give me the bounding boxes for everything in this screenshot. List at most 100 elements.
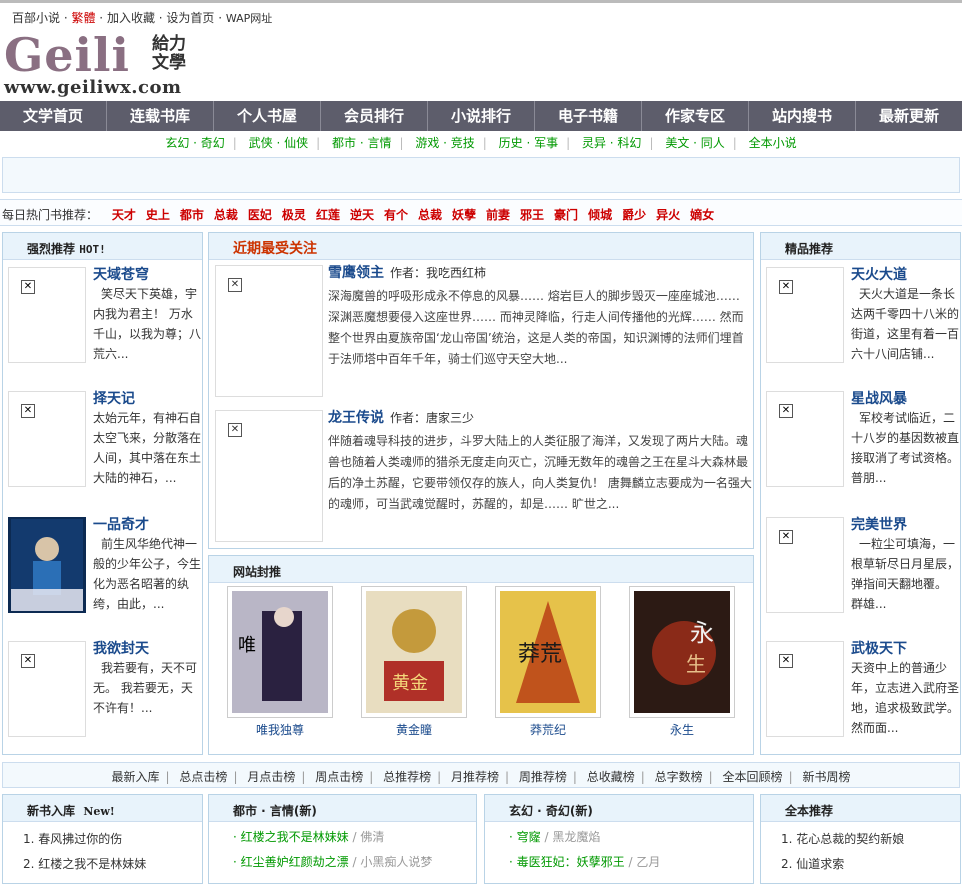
nav-item-latest[interactable]: 最新更新 bbox=[856, 101, 962, 131]
rank-link[interactable]: 最新入库 bbox=[112, 770, 160, 784]
site-logo[interactable]: Geili 給力文學 www.geiliwx.com bbox=[4, 32, 200, 99]
cover-title[interactable]: 唯我独尊 bbox=[227, 721, 333, 738]
feature-cover[interactable]: 莽荒 莽荒纪 bbox=[495, 586, 601, 738]
nav-item-serial[interactable]: 连载书库 bbox=[107, 101, 214, 131]
hot-word[interactable]: 邪王 bbox=[520, 208, 544, 222]
book-title[interactable]: 雪鹰领主 bbox=[328, 265, 384, 281]
category-link[interactable]: 游戏 · 竞技 bbox=[415, 136, 474, 150]
set-homepage-link[interactable]: 设为首页 bbox=[166, 11, 214, 25]
nav-item-ebooks[interactable]: 电子书籍 bbox=[535, 101, 642, 131]
traditional-link[interactable]: 繁體 bbox=[71, 11, 95, 25]
new-books-box: 新书入库 New! 1. 春风拂过你的伤 2. 红楼之我不是林妹妹 bbox=[2, 794, 203, 884]
book-author[interactable]: 我吃西红柿 bbox=[426, 266, 486, 280]
book-title[interactable]: 星战风暴 bbox=[851, 388, 907, 408]
hot-word[interactable]: 前妻 bbox=[486, 208, 510, 222]
book-author[interactable]: / 乙月 bbox=[628, 855, 660, 869]
book-author[interactable]: 唐家三少 bbox=[426, 411, 474, 425]
category-link[interactable]: 玄幻 · 奇幻 bbox=[165, 136, 224, 150]
book-cover-placeholder[interactable]: ✕ bbox=[215, 265, 323, 397]
rank-link[interactable]: 新书周榜 bbox=[802, 770, 850, 784]
rank-link[interactable]: 全本回顾榜 bbox=[723, 770, 783, 784]
category-link[interactable]: 都市 · 言情 bbox=[332, 136, 391, 150]
rank-link[interactable]: 周推荐榜 bbox=[519, 770, 567, 784]
book-title[interactable]: 我欲封天 bbox=[93, 638, 149, 658]
complete-book-link[interactable]: 2. 仙道求索 bbox=[781, 852, 904, 877]
book-cover-placeholder[interactable]: ✕ bbox=[215, 410, 323, 542]
book-cover-placeholder[interactable]: ✕ bbox=[766, 517, 844, 613]
hot-word[interactable]: 总裁 bbox=[214, 208, 238, 222]
feature-cover[interactable]: 黄金 黄金瞳 bbox=[361, 586, 467, 738]
complete-book-link[interactable]: 1. 花心总裁的契约新娘 bbox=[781, 827, 904, 852]
rank-link[interactable]: 周点击榜 bbox=[315, 770, 363, 784]
nav-item-authors[interactable]: 作家专区 bbox=[642, 101, 749, 131]
nav-item-member-rank[interactable]: 会员排行 bbox=[321, 101, 428, 131]
hot-word[interactable]: 极灵 bbox=[282, 208, 306, 222]
book-link[interactable]: 红楼之我不是林妹妹 bbox=[241, 830, 349, 844]
genre-book-row: · 穹窿 / 黑龙魔焰 bbox=[509, 830, 601, 844]
genre-book-row: · 毒医狂妃：妖孽邪王 / 乙月 bbox=[509, 855, 661, 869]
category-link[interactable]: 全本小说 bbox=[749, 136, 797, 150]
hot-word[interactable]: 爵少 bbox=[622, 208, 646, 222]
nav-item-novel-rank[interactable]: 小说排行 bbox=[428, 101, 535, 131]
book-cover-placeholder[interactable]: ✕ bbox=[766, 641, 844, 737]
cover-title[interactable]: 永生 bbox=[629, 721, 735, 738]
book-link[interactable]: 穹窿 bbox=[517, 830, 541, 844]
book-title[interactable]: 天火大道 bbox=[851, 264, 907, 284]
nav-item-search[interactable]: 站内搜书 bbox=[749, 101, 856, 131]
book-cover-placeholder[interactable]: ✕ bbox=[8, 641, 86, 737]
category-link[interactable]: 武侠 · 仙侠 bbox=[249, 136, 308, 150]
book-link[interactable]: 红尘善妒红颜劫之漂 bbox=[241, 855, 349, 869]
book-title[interactable]: 天域苍穹 bbox=[93, 264, 149, 284]
rank-link[interactable]: 月推荐榜 bbox=[451, 770, 499, 784]
rank-link[interactable]: 总收藏榜 bbox=[587, 770, 635, 784]
book-desc: 我若要有，天不可无。 我若要无，天不许有！... bbox=[93, 661, 198, 715]
book-author[interactable]: / 黑龙魔焰 bbox=[544, 830, 600, 844]
book-cover-placeholder[interactable]: ✕ bbox=[8, 267, 86, 363]
wap-link[interactable]: WAP网址 bbox=[226, 12, 272, 25]
hot-word[interactable]: 妖孽 bbox=[452, 208, 476, 222]
nav-item-home[interactable]: 文学首页 bbox=[0, 101, 107, 131]
hot-word[interactable]: 都市 bbox=[180, 208, 204, 222]
book-title[interactable]: 龙王传说 bbox=[328, 410, 384, 426]
hot-word[interactable]: 天才 bbox=[112, 208, 136, 222]
book-author[interactable]: / 小黑痴人说梦 bbox=[352, 855, 432, 869]
rank-link[interactable]: 月点击榜 bbox=[247, 770, 295, 784]
hot-word[interactable]: 红莲 bbox=[316, 208, 340, 222]
logo-url: www.geiliwx.com bbox=[4, 77, 182, 98]
book-author[interactable]: / 佛清 bbox=[352, 830, 384, 844]
book-cover-placeholder[interactable]: ✕ bbox=[766, 391, 844, 487]
new-book-link[interactable]: 2. 红楼之我不是林妹妹 bbox=[23, 852, 146, 877]
book-cover-placeholder[interactable]: ✕ bbox=[8, 391, 86, 487]
book-title[interactable]: 完美世界 bbox=[851, 514, 907, 534]
hot-word[interactable]: 逆天 bbox=[350, 208, 374, 222]
nav-item-personal[interactable]: 个人书屋 bbox=[214, 101, 321, 131]
hot-word[interactable]: 总裁 bbox=[418, 208, 442, 222]
rank-link[interactable]: 总点击榜 bbox=[179, 770, 227, 784]
hot-word[interactable]: 豪门 bbox=[554, 208, 578, 222]
cover-title[interactable]: 莽荒纪 bbox=[495, 721, 601, 738]
rank-link[interactable]: 总推荐榜 bbox=[383, 770, 431, 784]
hot-word[interactable]: 倾城 bbox=[588, 208, 612, 222]
add-favorite-link[interactable]: 加入收藏 bbox=[107, 11, 155, 25]
new-book-link[interactable]: 1. 春风拂过你的伤 bbox=[23, 827, 146, 852]
book-title[interactable]: 武极天下 bbox=[851, 638, 907, 658]
hot-word[interactable]: 异火 bbox=[656, 208, 680, 222]
home-link[interactable]: 百部小说 bbox=[12, 11, 60, 25]
rank-link[interactable]: 总字数榜 bbox=[655, 770, 703, 784]
book-cover[interactable] bbox=[8, 517, 86, 613]
book-desc: 笑尽天下英雄，宇内我为君主！ 万水千山，以我为尊；八荒六... bbox=[93, 287, 202, 361]
category-link[interactable]: 灵异 · 科幻 bbox=[582, 136, 641, 150]
category-link[interactable]: 历史 · 军事 bbox=[499, 136, 558, 150]
hot-word[interactable]: 医妃 bbox=[248, 208, 272, 222]
cover-title[interactable]: 黄金瞳 bbox=[361, 721, 467, 738]
hot-word[interactable]: 史上 bbox=[146, 208, 170, 222]
feature-cover[interactable]: 唯 唯我独尊 bbox=[227, 586, 333, 738]
book-title[interactable]: 择天记 bbox=[93, 388, 135, 408]
hot-word[interactable]: 嫡女 bbox=[690, 208, 714, 222]
book-title[interactable]: 一品奇才 bbox=[93, 514, 149, 534]
feature-cover[interactable]: 永生 永生 bbox=[629, 586, 735, 738]
book-cover-placeholder[interactable]: ✕ bbox=[766, 267, 844, 363]
category-link[interactable]: 美文 · 同人 bbox=[665, 136, 724, 150]
hot-word[interactable]: 有个 bbox=[384, 208, 408, 222]
book-link[interactable]: 毒医狂妃：妖孽邪王 bbox=[517, 855, 625, 869]
